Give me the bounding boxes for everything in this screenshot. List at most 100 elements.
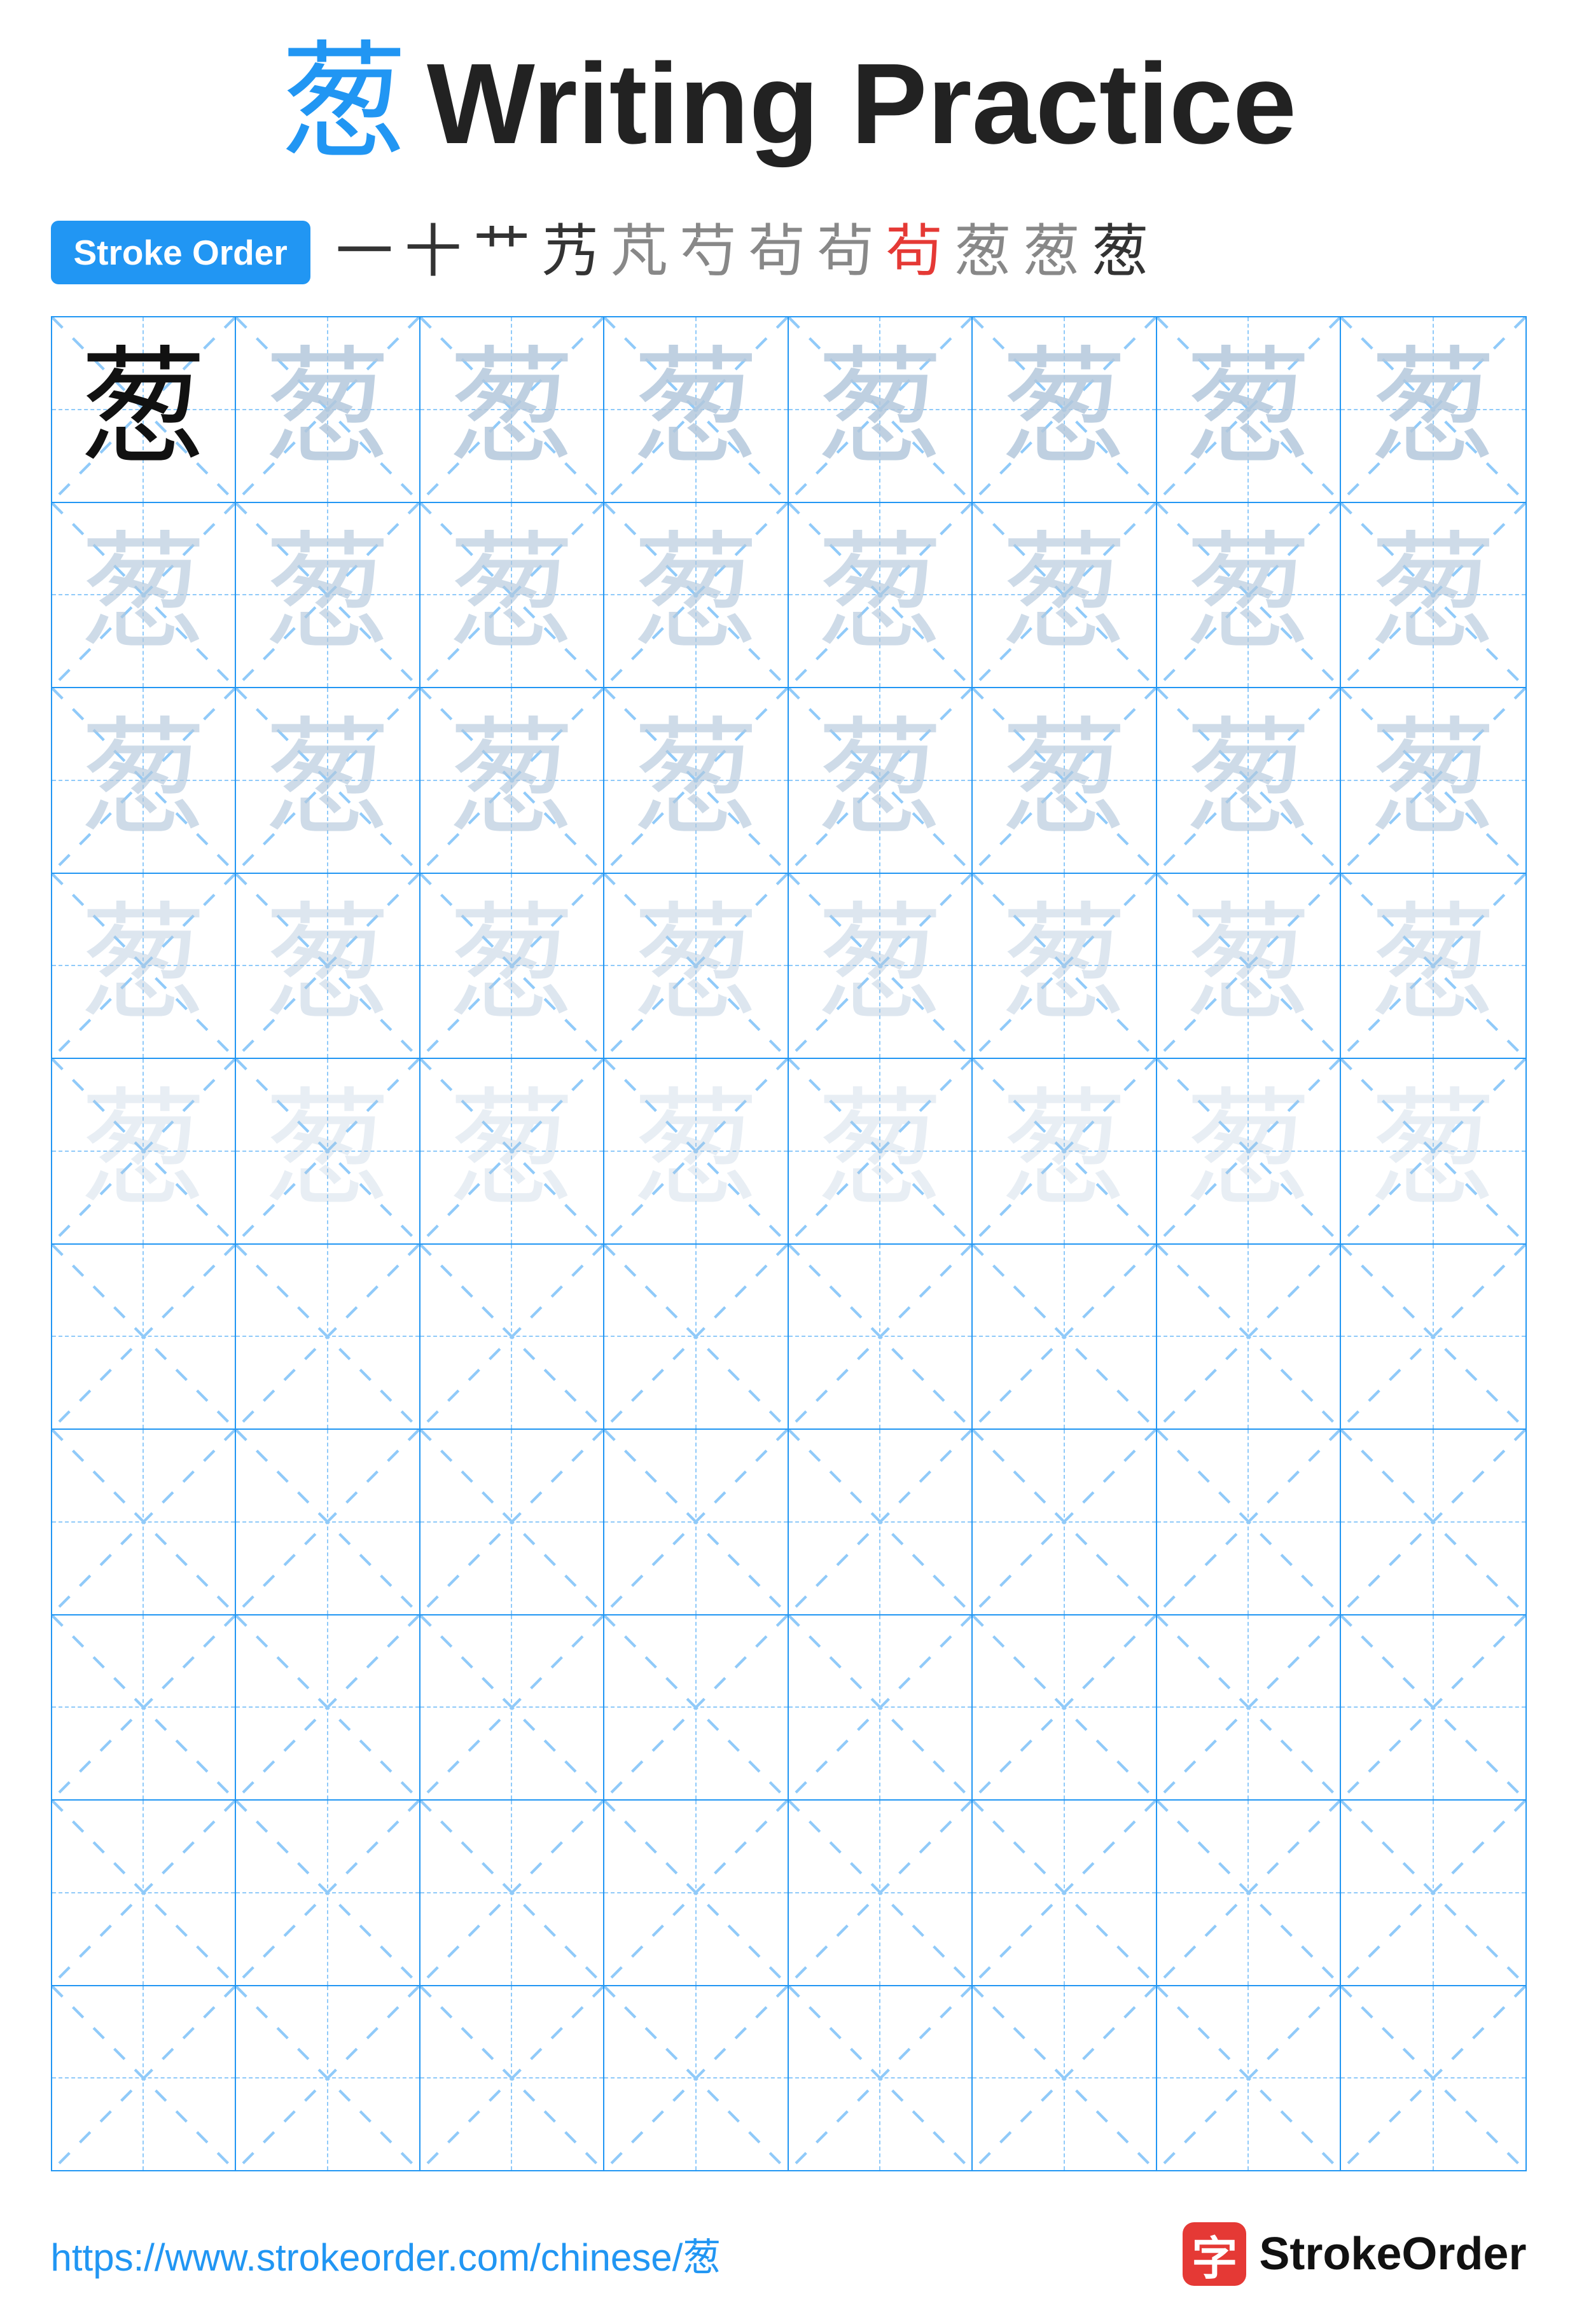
grid-cell[interactable]: 葱 [1157, 688, 1342, 873]
grid-cell[interactable] [1341, 1801, 1525, 1985]
grid-cell[interactable]: 葱 [973, 503, 1157, 688]
grid-row-1: 葱 葱 葱 葱 葱 葱 葱 [52, 317, 1525, 503]
stroke-7: 茍 [748, 224, 805, 281]
grid-cell[interactable]: 葱 [236, 317, 420, 502]
grid-cell[interactable] [973, 1801, 1157, 1985]
grid-cell[interactable] [1157, 1986, 1342, 2171]
stroke-2: 十 [405, 224, 462, 281]
practice-char: 葱 [80, 1088, 207, 1215]
practice-char: 葱 [1370, 717, 1497, 844]
grid-cell[interactable] [236, 1245, 420, 1429]
practice-char: 葱 [1184, 902, 1312, 1029]
grid-cell[interactable]: 葱 [420, 503, 605, 688]
grid-cell[interactable]: 葱 [604, 688, 789, 873]
grid-cell[interactable] [604, 1615, 789, 1800]
practice-char: 葱 [816, 902, 943, 1029]
grid-cell[interactable] [420, 1986, 605, 2171]
practice-char: 葱 [632, 1088, 760, 1215]
grid-cell[interactable]: 葱 [52, 503, 237, 688]
grid-cell[interactable]: 葱 [52, 1059, 237, 1243]
grid-cell[interactable] [789, 1245, 973, 1429]
grid-row-3: 葱 葱 葱 葱 葱 葱 葱 [52, 688, 1525, 874]
grid-cell[interactable]: 葱 [789, 317, 973, 502]
grid-cell[interactable]: 葱 [1341, 503, 1525, 688]
grid-cell[interactable]: 葱 [973, 317, 1157, 502]
grid-cell[interactable] [1341, 1986, 1525, 2171]
grid-cell[interactable]: 葱 [973, 688, 1157, 873]
grid-cell[interactable]: 葱 [604, 503, 789, 688]
stroke-6: 芍 [679, 224, 737, 281]
grid-cell[interactable]: 葱 [236, 503, 420, 688]
practice-char: 葱 [80, 717, 207, 844]
grid-cell[interactable]: 葱 [789, 1059, 973, 1243]
grid-cell[interactable] [420, 1245, 605, 1429]
grid-cell[interactable]: 葱 [604, 317, 789, 502]
grid-cell[interactable]: 葱 [1341, 874, 1525, 1058]
grid-cell[interactable] [236, 1801, 420, 1985]
grid-cell[interactable]: 葱 [52, 874, 237, 1058]
grid-cell[interactable] [973, 1986, 1157, 2171]
grid-cell[interactable]: 葱 [52, 317, 237, 502]
grid-cell[interactable]: 葱 [604, 874, 789, 1058]
stroke-9: 茍 [886, 224, 943, 281]
grid-cell[interactable] [1157, 1801, 1342, 1985]
grid-cell[interactable]: 葱 [789, 688, 973, 873]
grid-cell[interactable]: 葱 [1157, 503, 1342, 688]
grid-cell[interactable]: 葱 [1157, 1059, 1342, 1243]
grid-cell[interactable] [604, 1430, 789, 1614]
grid-cell[interactable] [52, 1986, 237, 2171]
grid-cell[interactable]: 葱 [420, 1059, 605, 1243]
grid-cell[interactable]: 葱 [420, 317, 605, 502]
grid-cell[interactable]: 葱 [52, 688, 237, 873]
grid-cell[interactable] [973, 1245, 1157, 1429]
practice-char: 葱 [1370, 346, 1497, 473]
grid-cell[interactable] [604, 1801, 789, 1985]
grid-cell[interactable]: 葱 [973, 874, 1157, 1058]
grid-cell[interactable]: 葱 [1341, 317, 1525, 502]
grid-cell[interactable] [52, 1615, 237, 1800]
grid-cell[interactable] [973, 1430, 1157, 1614]
practice-char: 葱 [1001, 902, 1128, 1029]
grid-cell[interactable]: 葱 [1341, 688, 1525, 873]
grid-cell[interactable] [1157, 1430, 1342, 1614]
grid-cell[interactable] [789, 1801, 973, 1985]
grid-cell[interactable]: 葱 [1341, 1059, 1525, 1243]
grid-cell[interactable]: 葱 [789, 503, 973, 688]
grid-cell[interactable] [1157, 1245, 1342, 1429]
grid-cell[interactable]: 葱 [420, 874, 605, 1058]
grid-cell[interactable] [52, 1801, 237, 1985]
grid-cell[interactable] [1157, 1615, 1342, 1800]
grid-cell[interactable] [236, 1615, 420, 1800]
footer-url[interactable]: https://www.strokeorder.com/chinese/葱 [51, 2227, 721, 2282]
grid-cell[interactable]: 葱 [420, 688, 605, 873]
grid-cell[interactable]: 葱 [789, 874, 973, 1058]
grid-cell[interactable] [236, 1986, 420, 2171]
grid-cell[interactable] [604, 1986, 789, 2171]
grid-cell[interactable]: 葱 [236, 688, 420, 873]
grid-cell[interactable] [789, 1615, 973, 1800]
grid-cell[interactable] [973, 1615, 1157, 1800]
grid-cell[interactable]: 葱 [236, 1059, 420, 1243]
grid-row-5: 葱 葱 葱 葱 葱 葱 葱 [52, 1059, 1525, 1245]
grid-cell[interactable] [420, 1430, 605, 1614]
grid-cell[interactable]: 葱 [1157, 317, 1342, 502]
grid-cell[interactable]: 葱 [1157, 874, 1342, 1058]
grid-cell[interactable] [789, 1986, 973, 2171]
practice-char: 葱 [632, 531, 760, 658]
grid-cell[interactable] [604, 1245, 789, 1429]
grid-cell[interactable] [1341, 1245, 1525, 1429]
grid-cell[interactable]: 葱 [236, 874, 420, 1058]
grid-cell[interactable]: 葱 [604, 1059, 789, 1243]
grid-cell[interactable] [1341, 1615, 1525, 1800]
grid-cell[interactable] [789, 1430, 973, 1614]
grid-cell[interactable] [1341, 1430, 1525, 1614]
practice-char: 葱 [632, 902, 760, 1029]
grid-cell[interactable] [420, 1615, 605, 1800]
stroke-4: 艿 [542, 224, 599, 281]
grid-cell[interactable] [52, 1245, 237, 1429]
grid-cell[interactable] [52, 1430, 237, 1614]
grid-cell[interactable] [236, 1430, 420, 1614]
grid-cell[interactable]: 葱 [973, 1059, 1157, 1243]
grid-row-10 [52, 1986, 1525, 2171]
grid-cell[interactable] [420, 1801, 605, 1985]
